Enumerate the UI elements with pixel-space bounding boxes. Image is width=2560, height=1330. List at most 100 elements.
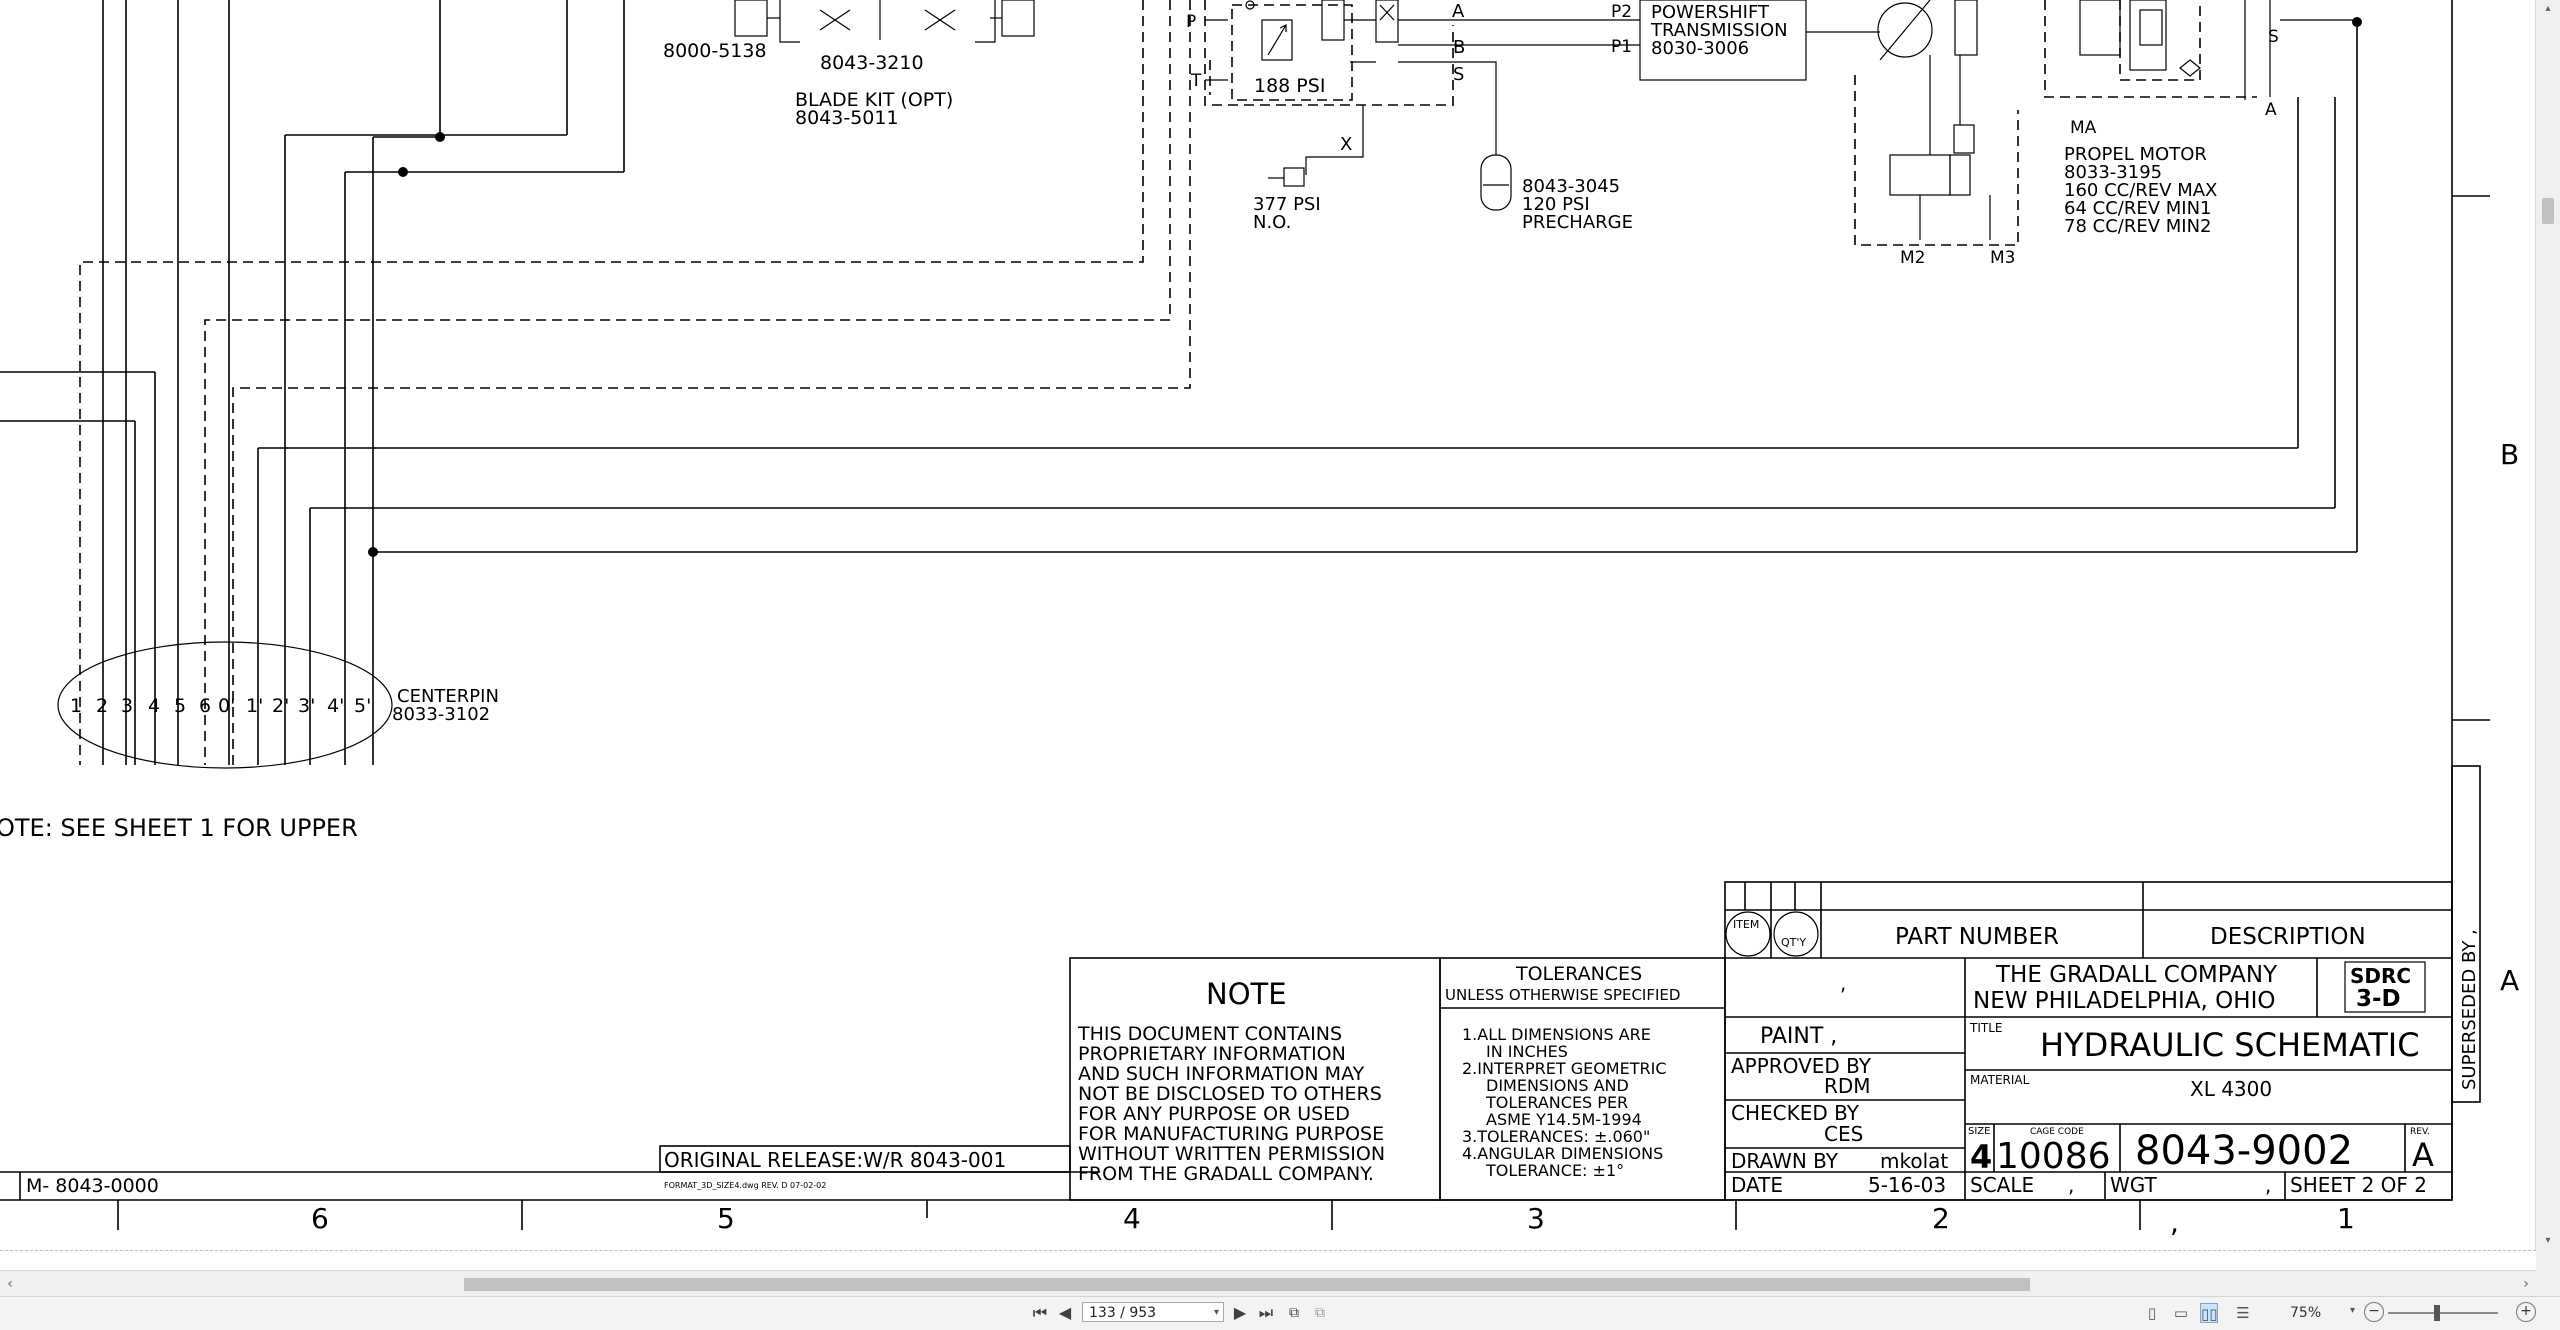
svg-text:10086: 10086 — [1996, 1136, 2111, 1177]
horizontal-scroll-thumb[interactable] — [464, 1278, 2030, 1291]
svg-text:P1: P1 — [1611, 37, 1632, 57]
status-bar: ⏮ ◀ 133 / 953 ▾ ▶ ⏭ ⧉ ⧉ ▯ ▭ ▯▯ ☰ 75% ▾ −… — [0, 1296, 2560, 1330]
svg-text:MATERIAL: MATERIAL — [1970, 1073, 2030, 1087]
svg-text:TOLERANCES: TOLERANCES — [1515, 963, 1642, 985]
svg-text:DESCRIPTION: DESCRIPTION — [2210, 924, 2366, 950]
single-page-view-icon[interactable]: ▯ — [2143, 1303, 2161, 1323]
svg-text:ITEM: ITEM — [1733, 918, 1759, 931]
svg-text:3': 3' — [298, 695, 315, 717]
pilot-dashed-lines — [79, 0, 1211, 765]
zoom-slider[interactable] — [2388, 1312, 2498, 1314]
svg-text:P2: P2 — [1611, 2, 1632, 22]
svg-text:4': 4' — [327, 695, 344, 717]
svg-text:HYDRAULIC SCHEMATIC: HYDRAULIC SCHEMATIC — [2040, 1026, 2420, 1064]
first-page-icon[interactable]: ⏮ — [1030, 1303, 1050, 1323]
svg-text:M- 8043-0000: M- 8043-0000 — [26, 1175, 159, 1197]
scroll-up-icon[interactable]: ▴ — [2540, 2, 2556, 16]
svg-text:N.O.: N.O. — [1253, 212, 1291, 233]
note-box: NOTE THIS DOCUMENT CONTAINS PROPRIETARY … — [1069, 957, 1441, 1201]
scroll-right-icon[interactable]: › — [2518, 1276, 2534, 1292]
svg-text:P: P — [1186, 12, 1196, 32]
svg-text:TOLERANCE: ±1°: TOLERANCE: ±1° — [1485, 1161, 1624, 1180]
last-page-icon[interactable]: ⏭ — [1256, 1303, 1276, 1323]
previous-view-icon[interactable]: ⧉ — [1284, 1303, 1304, 1323]
svg-text:CES: CES — [1824, 1122, 1863, 1146]
svg-text:1: 1 — [2337, 1202, 2355, 1235]
svg-text:NOTE: NOTE — [1206, 977, 1287, 1011]
svg-text:1': 1' — [246, 695, 263, 717]
svg-text:8033-3102: 8033-3102 — [392, 704, 490, 725]
document-viewport[interactable]: 8000-5138 8043-3210 BLADE KIT (OPT) 8043… — [0, 0, 2536, 1250]
horizontal-scrollbar[interactable]: ‹ › — [0, 1270, 2536, 1297]
release-strip: ORIGINAL RELEASE:W/R 8043-001 FORMAT_3D_… — [659, 1145, 1071, 1190]
zoom-level[interactable]: 75% — [2290, 1305, 2321, 1321]
svg-text:ORIGINAL RELEASE:W/R 8043-001: ORIGINAL RELEASE:W/R 8043-001 — [664, 1148, 1006, 1172]
svg-text:FROM THE GRADALL COMPANY.: FROM THE GRADALL COMPANY. — [1078, 1163, 1374, 1185]
next-page-icon[interactable]: ▶ — [1230, 1303, 1250, 1323]
next-view-icon[interactable]: ⧉ — [1310, 1303, 1330, 1323]
svg-text:MA: MA — [2070, 118, 2097, 138]
svg-text:6: 6 — [199, 695, 211, 717]
svg-text:5': 5' — [354, 695, 371, 717]
svg-text:FORMAT_3D_SIZE4.dwg REV. D 07: FORMAT_3D_SIZE4.dwg REV. D 07-02-02 — [664, 1181, 826, 1190]
svg-text:8000-5138: 8000-5138 — [663, 40, 767, 62]
svg-text:FOR MANUFACTURING PURPOSE: FOR MANUFACTURING PURPOSE — [1078, 1123, 1384, 1145]
svg-text:4: 4 — [1123, 1202, 1141, 1235]
vertical-scrollbar[interactable]: ▴ ▾ — [2535, 0, 2560, 1250]
zoom-slider-thumb[interactable] — [2434, 1305, 2440, 1321]
svg-text:A: A — [2500, 964, 2519, 997]
svg-text:TITLE: TITLE — [1969, 1021, 2002, 1035]
scroll-down-icon[interactable]: ▾ — [2540, 1234, 2556, 1248]
svg-text:THIS DOCUMENT CONTAINS: THIS DOCUMENT CONTAINS — [1077, 1023, 1342, 1045]
scroll-left-icon[interactable]: ‹ — [2, 1276, 18, 1292]
svg-text:QT'Y: QT'Y — [1781, 936, 1806, 949]
vertical-scroll-thumb[interactable] — [2542, 198, 2554, 224]
svg-text:3-D: 3-D — [2356, 986, 2401, 1012]
zoom-dropdown-icon[interactable]: ▾ — [2350, 1305, 2355, 1316]
svg-text:A: A — [2412, 1136, 2434, 1174]
svg-text:THE GRADALL COMPANY: THE GRADALL COMPANY — [1995, 962, 2278, 988]
chevron-down-icon[interactable]: ▾ — [1214, 1303, 1219, 1323]
svg-text:8043-9002: 8043-9002 — [2135, 1128, 2353, 1174]
svg-text:8043-3210: 8043-3210 — [820, 52, 924, 74]
svg-text:A: A — [1452, 1, 1465, 22]
svg-text:4: 4 — [148, 695, 160, 717]
svg-text:WGT: WGT — [2110, 1173, 2158, 1197]
svg-text:3: 3 — [1527, 1202, 1545, 1235]
svg-text:M3: M3 — [1990, 248, 2015, 268]
svg-text:,: , — [2170, 1206, 2179, 1239]
transmission: P2 P1 POWERSHIFT TRANSMISSION 8030-3006 — [1460, 0, 1807, 81]
svg-text:PROPRIETARY INFORMATION: PROPRIETARY INFORMATION — [1078, 1043, 1346, 1065]
centerpin: 1 2 3 4 5 6 0' 1' 2' 3' 4' 5' CENTERPIN … — [57, 641, 499, 769]
svg-text:S: S — [1453, 64, 1464, 85]
tolerances-box: TOLERANCES UNLESS OTHERWISE SPECIFIED 1.… — [1439, 957, 1726, 1201]
svg-text:8043-5011: 8043-5011 — [795, 107, 899, 129]
svg-text:5-16-03: 5-16-03 — [1868, 1173, 1946, 1197]
svg-text:2': 2' — [272, 695, 289, 717]
sheet-note: OTE: SEE SHEET 1 FOR UPPER — [0, 814, 358, 842]
previous-page-icon[interactable]: ◀ — [1055, 1303, 1075, 1323]
facing-view-icon[interactable]: ▯▯ — [2200, 1303, 2218, 1323]
svg-text:A: A — [2265, 100, 2277, 120]
schematic-drawing: 8000-5138 8043-3210 BLADE KIT (OPT) 8043… — [0, 0, 2519, 1239]
page-break-separator — [0, 1250, 2536, 1251]
svg-text:T: T — [1190, 71, 1202, 91]
zoom-out-icon[interactable]: − — [2364, 1302, 2384, 1322]
svg-text:2: 2 — [96, 695, 108, 717]
svg-text:UNLESS OTHERWISE SPECIFIED: UNLESS OTHERWISE SPECIFIED — [1445, 986, 1680, 1004]
zoom-in-icon[interactable]: + — [2516, 1302, 2536, 1322]
svg-text:NOT BE DISCLOSED TO OTHERS: NOT BE DISCLOSED TO OTHERS — [1078, 1083, 1382, 1105]
page-number-field[interactable]: 133 / 953 ▾ — [1082, 1302, 1224, 1322]
svg-text:1: 1 — [70, 695, 82, 717]
continuous-view-icon[interactable]: ▭ — [2172, 1303, 2190, 1323]
continuous-facing-view-icon[interactable]: ☰ — [2234, 1303, 2252, 1323]
svg-text:FOR ANY PURPOSE OR USED: FOR ANY PURPOSE OR USED — [1078, 1103, 1350, 1125]
page-number-text: 133 / 953 — [1089, 1305, 1157, 1321]
propel-motor: M2 M3 MA S A PROPEL MOTOR 8033-3195 160 … — [1806, 0, 2357, 268]
left-hydraulic-lines — [0, 0, 2362, 765]
svg-text:6: 6 — [311, 1202, 329, 1235]
svg-text:PART NUMBER: PART NUMBER — [1895, 924, 2059, 950]
svg-text:AND SUCH INFORMATION MAY: AND SUCH INFORMATION MAY — [1078, 1063, 1365, 1085]
svg-text:,: , — [2068, 1173, 2074, 1197]
svg-text:2: 2 — [1932, 1202, 1950, 1235]
